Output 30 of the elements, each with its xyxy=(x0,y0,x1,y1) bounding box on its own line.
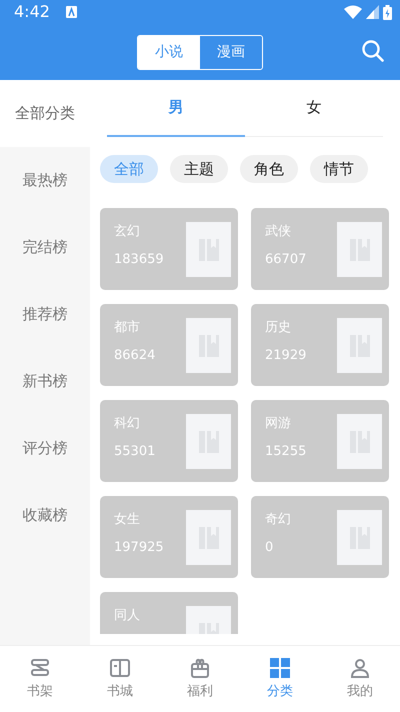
nav-tab[interactable]: 我的 xyxy=(320,646,400,712)
sidebar-item[interactable]: 新书榜 xyxy=(0,348,90,415)
person-icon xyxy=(349,656,371,679)
nav-tab[interactable]: 书架 xyxy=(0,646,80,712)
gender-tab[interactable]: 男 xyxy=(107,80,245,137)
all-categories-label: 全部分类 xyxy=(14,103,76,124)
gift-icon xyxy=(189,656,211,679)
filter-chip[interactable]: 情节 xyxy=(310,155,368,183)
filter-chip[interactable]: 主题 xyxy=(170,155,228,183)
gender-tab[interactable]: 女 xyxy=(245,80,383,137)
battery-icon xyxy=(383,4,392,20)
signal-icon xyxy=(366,5,379,19)
sidebar-item[interactable]: 完结榜 xyxy=(0,214,90,281)
grid-icon xyxy=(269,656,291,679)
status-time: 4:42 xyxy=(14,1,50,23)
search-icon[interactable] xyxy=(362,40,384,62)
notification-icon xyxy=(66,6,77,18)
nav-tab[interactable]: 书城 xyxy=(80,646,160,712)
wifi-icon xyxy=(344,5,362,19)
sidebar-item[interactable]: 推荐榜 xyxy=(0,281,90,348)
sidebar-item[interactable]: 收藏榜 xyxy=(0,482,90,549)
sidebar-item[interactable]: 最热榜 xyxy=(0,147,90,214)
filter-chip[interactable]: 全部 xyxy=(100,155,158,183)
nav-tab[interactable]: 分类 xyxy=(240,646,320,712)
sidebar-item[interactable]: 评分榜 xyxy=(0,415,90,482)
nav-tab[interactable]: 福利 xyxy=(160,646,240,712)
book-icon xyxy=(109,656,131,679)
segment-tab[interactable]: 小说 xyxy=(138,36,200,68)
filter-chip[interactable]: 角色 xyxy=(240,155,298,183)
shelf-icon xyxy=(29,656,51,679)
